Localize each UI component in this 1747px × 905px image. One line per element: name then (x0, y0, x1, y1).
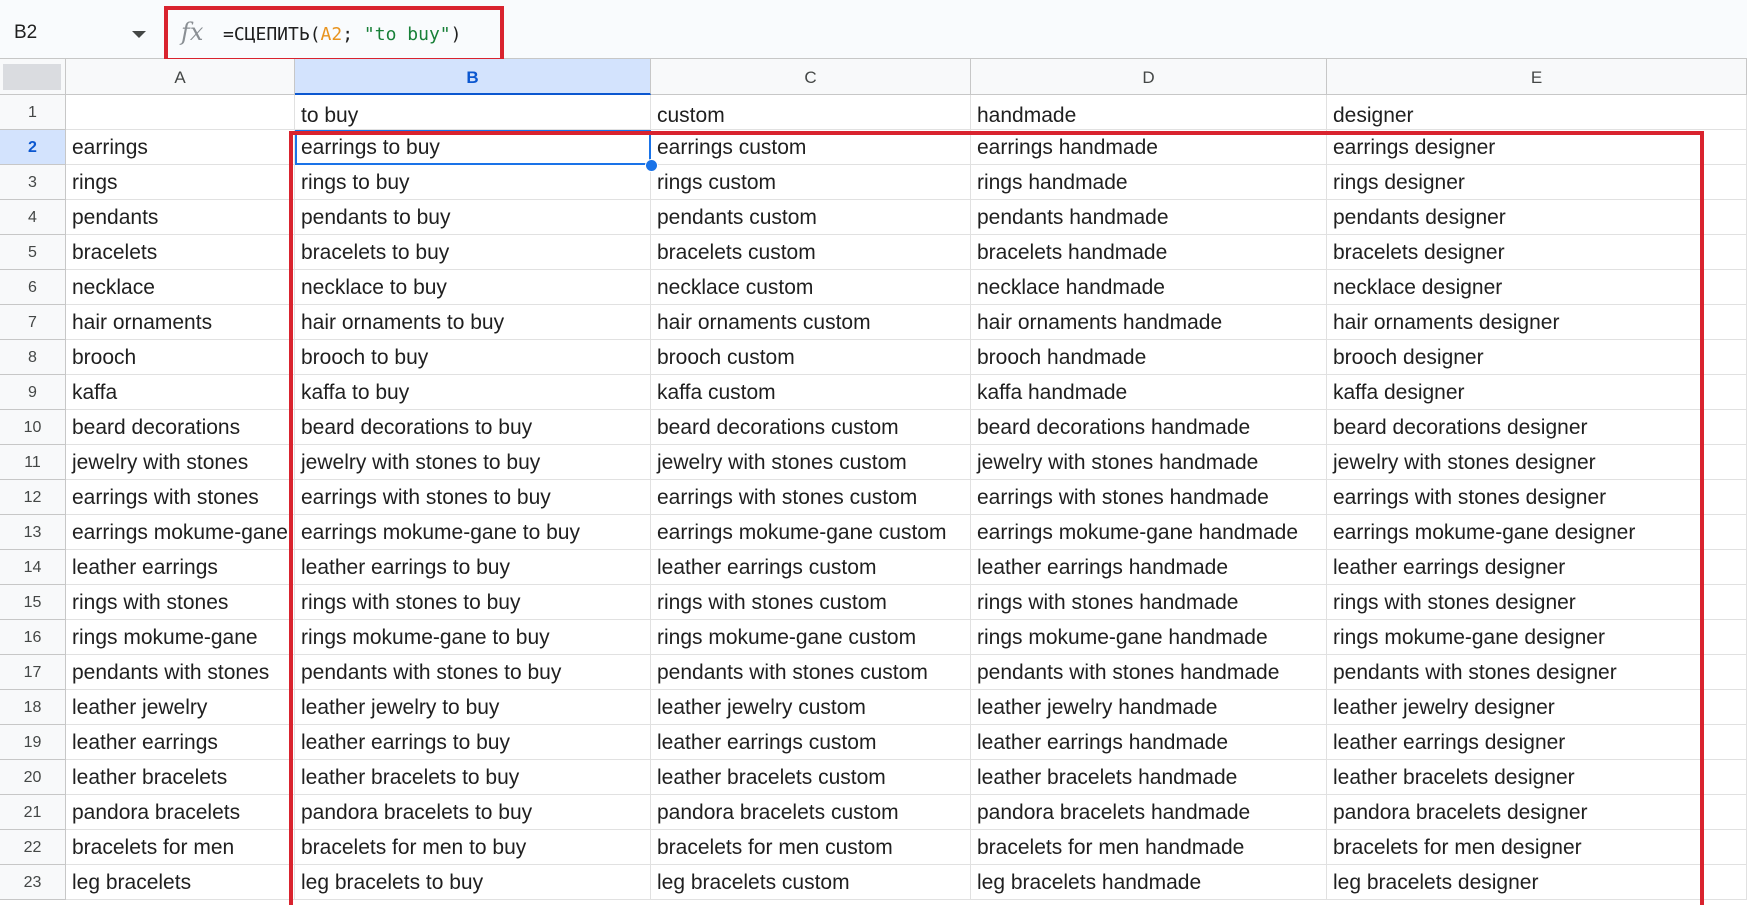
row-header[interactable]: 19 (0, 725, 66, 760)
row-header[interactable]: 17 (0, 655, 66, 690)
row-header[interactable]: 21 (0, 795, 66, 830)
column-header-d[interactable]: D (971, 59, 1327, 95)
cell-a1[interactable] (66, 95, 295, 130)
cell-a13[interactable]: earrings mokume-gane (66, 515, 295, 550)
cell-a15[interactable]: rings with stones (66, 585, 295, 620)
cell-a7[interactable]: hair ornaments (66, 305, 295, 340)
row-header[interactable]: 5 (0, 235, 66, 270)
cell-e1[interactable]: designer (1327, 95, 1747, 130)
cell-c1[interactable]: custom (651, 95, 971, 130)
row-header[interactable]: 13 (0, 515, 66, 550)
row-header[interactable]: 14 (0, 550, 66, 585)
row-header[interactable]: 1 (0, 95, 66, 130)
corner-marker (3, 64, 61, 90)
row-header[interactable]: 15 (0, 585, 66, 620)
cell-a18[interactable]: leather jewelry (66, 690, 295, 725)
row-header[interactable]: 8 (0, 340, 66, 375)
cell-d1[interactable]: handmade (971, 95, 1327, 130)
row-header[interactable]: 3 (0, 165, 66, 200)
cell-a12[interactable]: earrings with stones (66, 480, 295, 515)
row-header[interactable]: 20 (0, 760, 66, 795)
row-header[interactable]: 10 (0, 410, 66, 445)
row-header[interactable]: 9 (0, 375, 66, 410)
column-header-b[interactable]: B (295, 59, 651, 95)
select-all-corner[interactable] (0, 59, 66, 95)
row-header[interactable]: 23 (0, 865, 66, 900)
cell-a21[interactable]: pandora bracelets (66, 795, 295, 830)
column-header-e[interactable]: E (1327, 59, 1747, 95)
formula-highlight-box (164, 6, 504, 62)
row-header[interactable]: 22 (0, 830, 66, 865)
cell-a17[interactable]: pendants with stones (66, 655, 295, 690)
column-header-a[interactable]: A (66, 59, 295, 95)
row-header[interactable]: 4 (0, 200, 66, 235)
formula-bar: B2 fx =СЦЕПИТЬ(A2; "to buy") (0, 0, 1747, 62)
cell-a23[interactable]: leg bracelets (66, 865, 295, 900)
name-box[interactable]: B2 (14, 22, 37, 44)
row-header[interactable]: 7 (0, 305, 66, 340)
cell-a8[interactable]: brooch (66, 340, 295, 375)
column-header-c[interactable]: C (651, 59, 971, 95)
cell-a20[interactable]: leather bracelets (66, 760, 295, 795)
cell-a6[interactable]: necklace (66, 270, 295, 305)
cell-a2[interactable]: earrings (66, 130, 295, 165)
cell-a5[interactable]: bracelets (66, 235, 295, 270)
results-highlight-box (289, 131, 1704, 905)
cell-a11[interactable]: jewelry with stones (66, 445, 295, 480)
cell-a10[interactable]: beard decorations (66, 410, 295, 445)
cell-a3[interactable]: rings (66, 165, 295, 200)
row-header[interactable]: 2 (0, 130, 66, 165)
cell-b1[interactable]: to buy (295, 95, 651, 130)
cell-a14[interactable]: leather earrings (66, 550, 295, 585)
chevron-down-icon[interactable] (132, 31, 146, 38)
row-header[interactable]: 11 (0, 445, 66, 480)
row-header[interactable]: 12 (0, 480, 66, 515)
cell-a9[interactable]: kaffa (66, 375, 295, 410)
cell-a4[interactable]: pendants (66, 200, 295, 235)
cell-a16[interactable]: rings mokume-gane (66, 620, 295, 655)
row-header[interactable]: 18 (0, 690, 66, 725)
row-header[interactable]: 6 (0, 270, 66, 305)
row-header[interactable]: 16 (0, 620, 66, 655)
cell-a19[interactable]: leather earrings (66, 725, 295, 760)
cell-a22[interactable]: bracelets for men (66, 830, 295, 865)
